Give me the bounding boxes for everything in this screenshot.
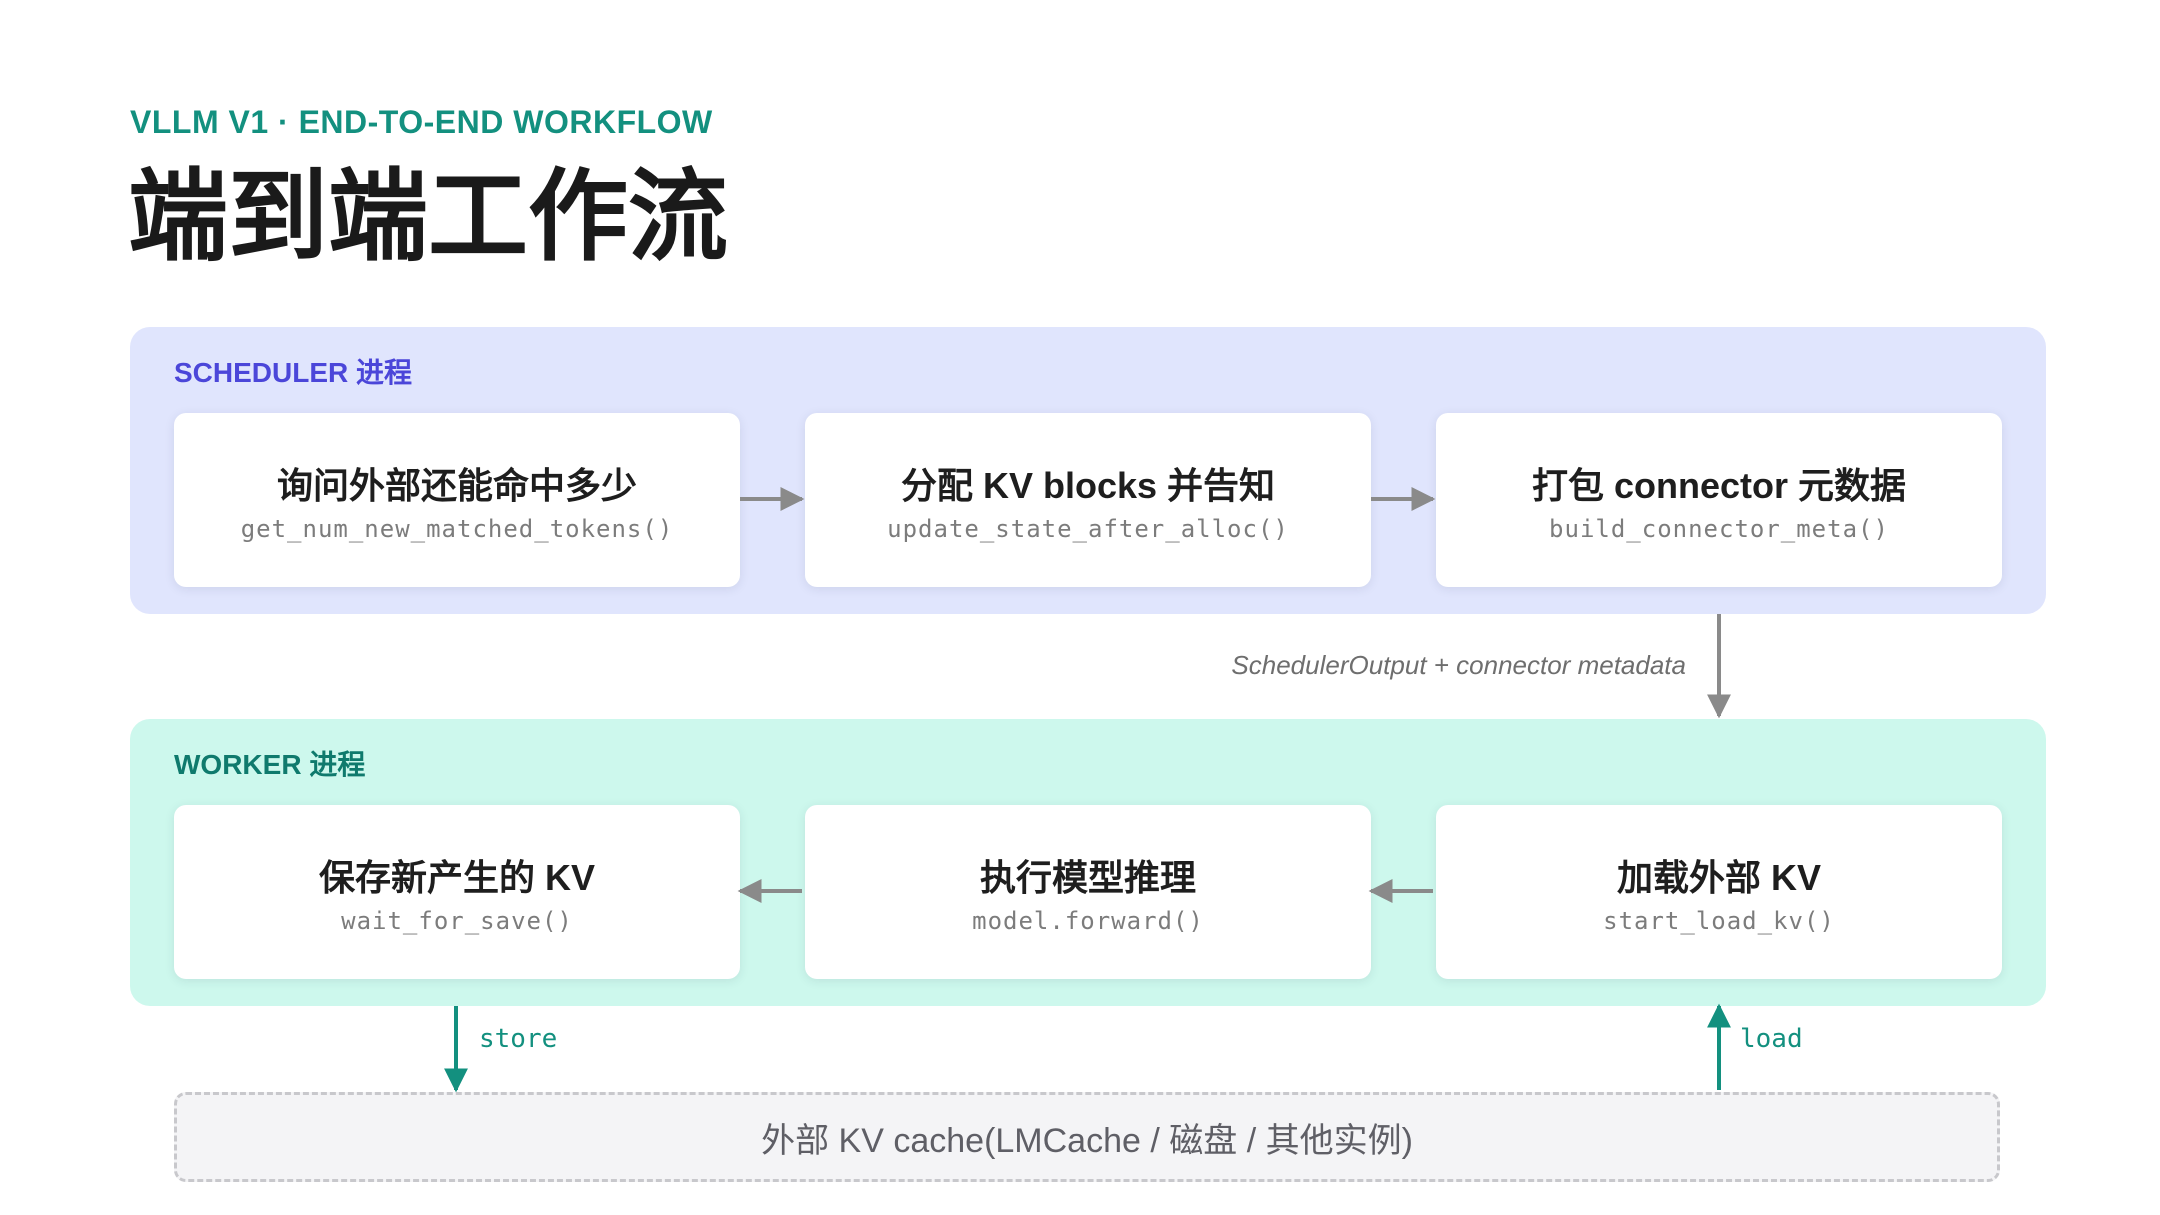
workflow-slide: VLLM V1 · END-TO-END WORKFLOW 端到端工作流 SCH… [0, 0, 2160, 1215]
flow-arrows [444, 487, 1731, 1093]
